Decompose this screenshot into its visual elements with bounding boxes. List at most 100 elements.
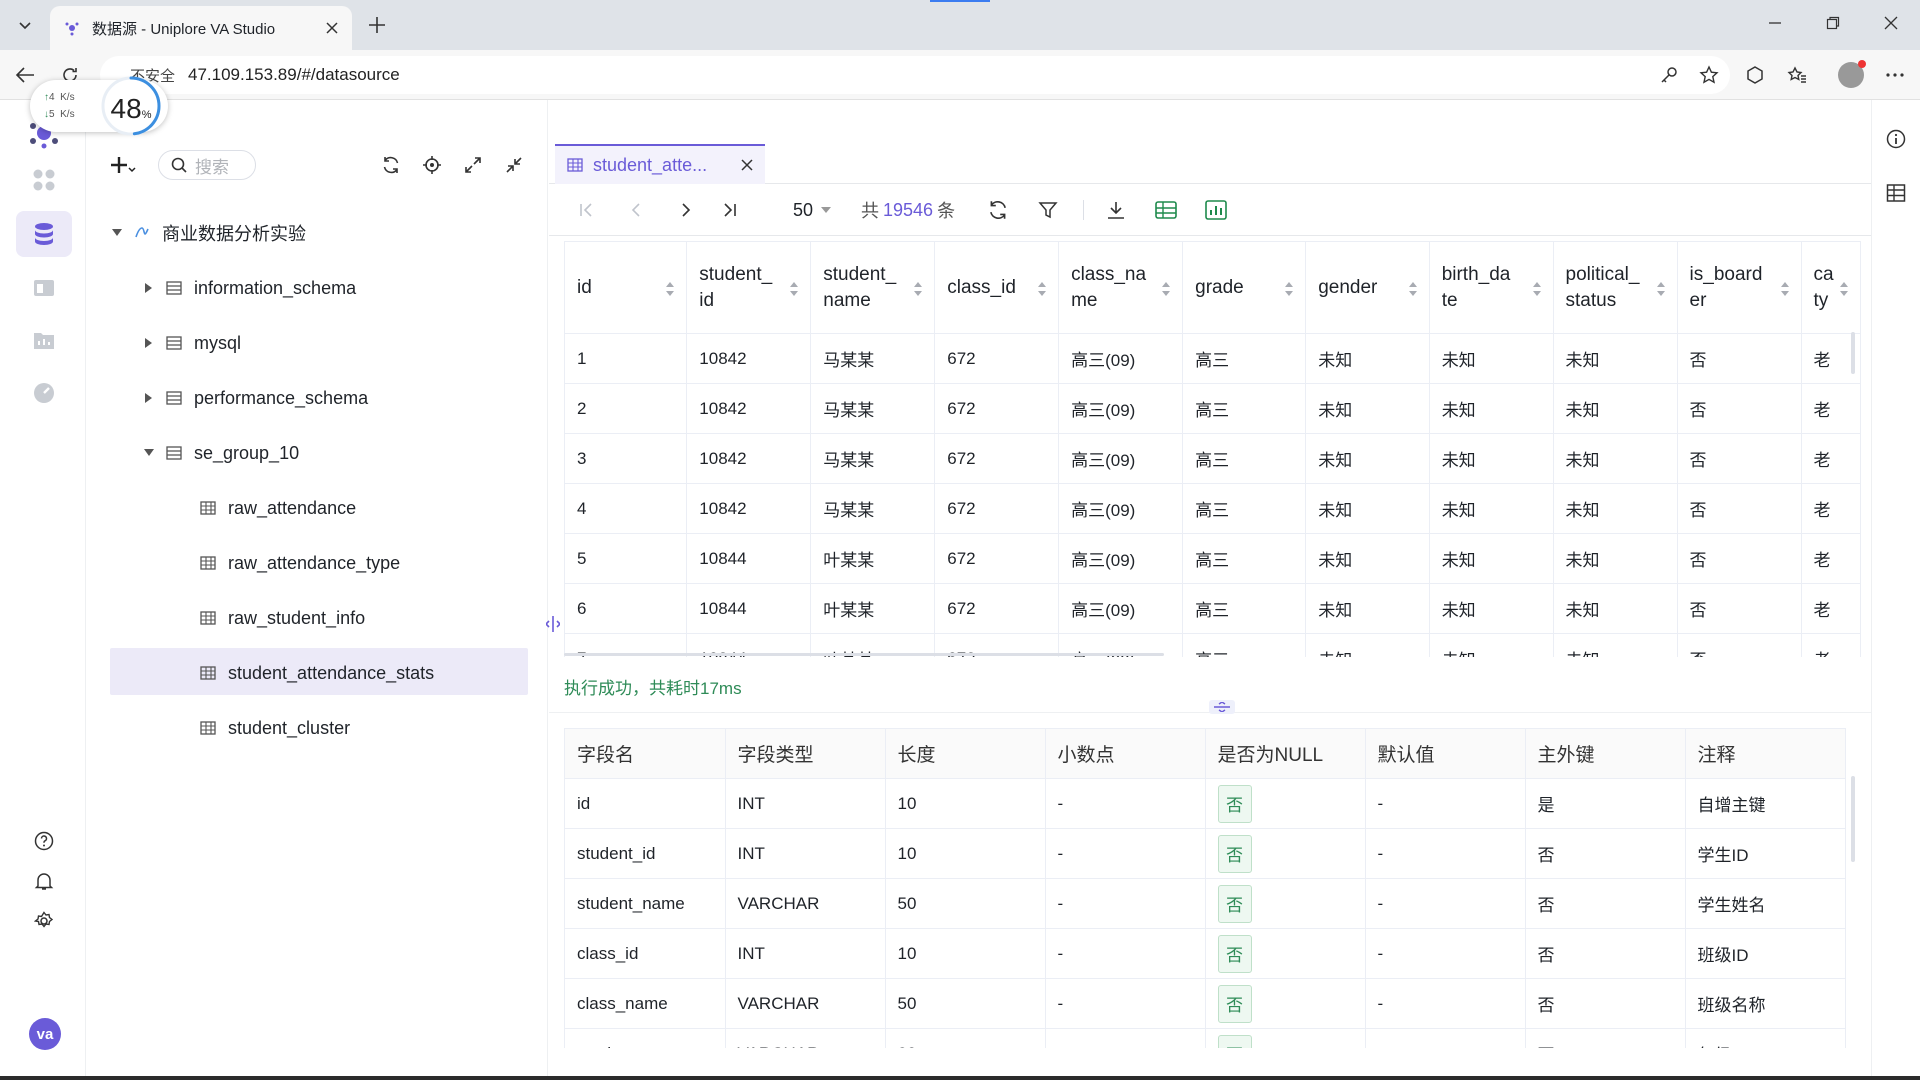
- sort-icon[interactable]: [1162, 282, 1171, 296]
- page-size-select[interactable]: 50: [793, 197, 832, 223]
- column-header[interactable]: student_ id: [686, 241, 812, 334]
- table-row[interactable]: 5 10844 叶某某 672 高三(09) 高三 未知 未知 未知否老: [565, 533, 1861, 584]
- chart-button[interactable]: [1203, 197, 1229, 223]
- close-window-button[interactable]: [1876, 8, 1906, 38]
- first-page-button[interactable]: [573, 197, 599, 223]
- sort-icon[interactable]: [1656, 282, 1665, 296]
- table-row[interactable]: 4 10842 马某某 672 高三(09) 高三 未知 未知 未知否老: [565, 483, 1861, 534]
- editor-tab[interactable]: student_atte...: [555, 144, 765, 184]
- user-avatar[interactable]: va: [29, 1018, 61, 1050]
- column-header[interactable]: ca ty: [1801, 241, 1861, 334]
- tree-search-input[interactable]: 搜索: [158, 150, 256, 180]
- close-tab-icon[interactable]: [326, 22, 338, 34]
- refresh-tree-button[interactable]: [378, 152, 404, 178]
- favorites-icon[interactable]: [1784, 62, 1810, 88]
- field-cell: -: [1045, 778, 1206, 829]
- column-header[interactable]: political_ status: [1553, 241, 1678, 334]
- nav-apps[interactable]: [16, 157, 72, 203]
- filter-button[interactable]: [1035, 197, 1061, 223]
- caret-down-icon[interactable]: [142, 449, 156, 457]
- tree-schema-item[interactable]: se_group_10: [142, 430, 299, 476]
- caret-down-icon[interactable]: [110, 229, 124, 237]
- nav-settings[interactable]: [16, 898, 72, 944]
- back-button[interactable]: [10, 60, 40, 90]
- sort-icon[interactable]: [1408, 282, 1417, 296]
- table-row[interactable]: 1 10842 马某某 672 高三(09) 高三 未知 未知 未知否老: [565, 333, 1861, 384]
- prev-page-button[interactable]: [623, 197, 649, 223]
- field-row[interactable]: student_name VARCHAR 50- 否 - 否学生姓名: [565, 878, 1846, 929]
- next-page-button[interactable]: [673, 197, 699, 223]
- column-header[interactable]: gender: [1305, 241, 1430, 334]
- sort-icon[interactable]: [666, 282, 675, 296]
- tab-list-button[interactable]: [10, 10, 40, 40]
- minimize-button[interactable]: [1760, 8, 1790, 38]
- sort-icon[interactable]: [914, 282, 923, 296]
- tree-schema-item[interactable]: information_schema: [142, 265, 356, 311]
- nav-datasource[interactable]: [16, 211, 72, 257]
- close-tab-icon[interactable]: [741, 159, 753, 171]
- collapse-all-button[interactable]: [501, 152, 527, 178]
- sort-icon[interactable]: [1532, 282, 1541, 296]
- restore-button[interactable]: [1818, 8, 1848, 38]
- columns-button[interactable]: [1883, 180, 1909, 206]
- key-icon[interactable]: [1656, 62, 1682, 88]
- info-button[interactable]: [1883, 126, 1909, 152]
- column-header[interactable]: grade: [1182, 241, 1307, 334]
- new-tab-button[interactable]: [362, 10, 392, 40]
- caret-right-icon[interactable]: [142, 283, 156, 293]
- field-cell: 班级名称: [1685, 978, 1846, 1029]
- field-cell: class_id: [565, 928, 726, 979]
- expand-all-button[interactable]: [460, 152, 486, 178]
- horizontal-scrollbar[interactable]: [564, 653, 1164, 656]
- tree-schema-item[interactable]: performance_schema: [142, 375, 368, 421]
- extensions-icon[interactable]: [1742, 62, 1768, 88]
- column-header[interactable]: id: [565, 241, 688, 334]
- field-row[interactable]: gradeVARCHAR20-否-否年级: [565, 1028, 1846, 1048]
- more-menu-icon[interactable]: [1882, 62, 1908, 88]
- sort-icon[interactable]: [790, 282, 799, 296]
- export-excel-button[interactable]: [1153, 197, 1179, 223]
- field-row[interactable]: class_name VARCHAR 50- 否 - 否班级名称: [565, 978, 1846, 1029]
- browser-tab[interactable]: 数据源 - Uniplore VA Studio: [50, 6, 352, 50]
- sort-icon[interactable]: [1780, 282, 1789, 296]
- sort-icon[interactable]: [1285, 282, 1294, 296]
- tree-root-node[interactable]: 商业数据分析实验: [110, 210, 306, 256]
- table-row[interactable]: 3 10842 马某某 672 高三(09) 高三 未知 未知 未知否老: [565, 433, 1861, 484]
- tree-table-item[interactable]: raw_attendance_type: [200, 540, 400, 586]
- tree-table-item-selected[interactable]: student_attendance_stats: [200, 650, 434, 696]
- tree-table-item[interactable]: student_cluster: [200, 705, 350, 751]
- refresh-data-button[interactable]: [985, 197, 1011, 223]
- schema-label: mysql: [194, 332, 242, 353]
- download-button[interactable]: [1103, 197, 1129, 223]
- caret-right-icon[interactable]: [142, 393, 156, 403]
- nav-folder[interactable]: [16, 317, 72, 363]
- field-row[interactable]: student_id INT 10- 否 - 否学生ID: [565, 828, 1846, 879]
- refresh-icon: [383, 156, 399, 174]
- last-page-button[interactable]: [717, 197, 743, 223]
- vertical-scrollbar[interactable]: [1851, 332, 1855, 374]
- column-header[interactable]: is_board er: [1677, 241, 1802, 334]
- pane-resize-handle[interactable]: [1209, 700, 1235, 714]
- column-header[interactable]: student_ name: [810, 241, 936, 334]
- url-field[interactable]: 不安全 47.109.153.89/#/datasource: [100, 56, 1730, 94]
- favorite-star-icon[interactable]: [1696, 62, 1722, 88]
- field-row[interactable]: class_id INT 10- 否 - 否班级ID: [565, 928, 1846, 979]
- column-header[interactable]: class_na me: [1058, 241, 1184, 334]
- vertical-scrollbar[interactable]: [1851, 776, 1855, 862]
- column-header-label: birth_da: [1441, 263, 1511, 285]
- sort-icon[interactable]: [1038, 282, 1047, 296]
- tree-table-item[interactable]: raw_student_info: [200, 595, 365, 641]
- add-datasource-button[interactable]: [108, 150, 138, 180]
- nav-dataset[interactable]: [16, 264, 72, 310]
- field-row[interactable]: id INT 10- 否 - 是自增主键: [565, 778, 1846, 829]
- column-header[interactable]: birth_da te: [1429, 241, 1554, 334]
- caret-right-icon[interactable]: [142, 338, 156, 348]
- nav-dashboard[interactable]: [16, 370, 72, 416]
- column-header[interactable]: class_id: [934, 241, 1060, 334]
- locate-button[interactable]: [419, 152, 445, 178]
- tree-schema-item[interactable]: mysql: [142, 320, 241, 366]
- sort-icon[interactable]: [1840, 282, 1848, 296]
- tree-table-item[interactable]: raw_attendance: [200, 485, 356, 531]
- table-row[interactable]: 6 10844 叶某某 672 高三(09) 高三 未知 未知 未知否老: [565, 583, 1861, 634]
- table-row[interactable]: 2 10842 马某某 672 高三(09) 高三 未知 未知 未知否老: [565, 383, 1861, 434]
